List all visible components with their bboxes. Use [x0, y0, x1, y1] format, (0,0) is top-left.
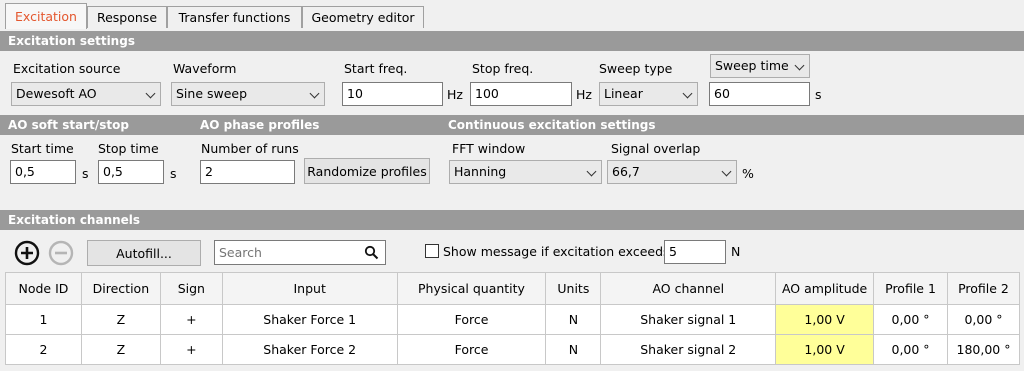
column-header-units[interactable]: Units	[545, 272, 602, 305]
column-header-sign[interactable]: Sign	[159, 272, 223, 305]
exceed-threshold-input[interactable]: 5	[664, 240, 726, 264]
start-freq-label: Start freq.	[344, 61, 408, 76]
tab-transfer-functions[interactable]: Transfer functions	[167, 6, 302, 28]
chevron-down-icon	[586, 166, 597, 177]
signal-overlap-value: 66,7	[612, 164, 640, 179]
cell-physical-quantity[interactable]: Force	[396, 334, 547, 365]
stop-freq-unit: Hz	[576, 87, 592, 102]
chevron-down-icon	[309, 88, 320, 99]
stop-time-input[interactable]: 0,5	[98, 160, 164, 184]
chevron-down-icon	[794, 60, 805, 71]
chevron-down-icon	[145, 88, 156, 99]
cell-node-id[interactable]: 1	[5, 304, 82, 335]
start-time-label: Start time	[11, 141, 74, 156]
cell-node-id[interactable]: 2	[5, 334, 82, 365]
column-header-direction[interactable]: Direction	[80, 272, 161, 305]
cell-input[interactable]: Shaker Force 1	[221, 304, 398, 335]
excitation-channels-header: Excitation channels	[0, 210, 1024, 230]
column-header-ao-amplitude[interactable]: AO amplitude	[775, 272, 875, 305]
cell-ao-channel[interactable]: Shaker signal 2	[600, 334, 777, 365]
start-freq-unit: Hz	[447, 87, 463, 102]
excitation-source-select[interactable]: Dewesoft AO	[11, 82, 161, 106]
sweep-type-label: Sweep type	[599, 61, 673, 76]
cell-physical-quantity[interactable]: Force	[396, 304, 547, 335]
fft-window-value: Hanning	[454, 164, 507, 179]
column-header-node-id[interactable]: Node ID	[5, 272, 82, 305]
cell-ao-amplitude[interactable]: 1,00 V	[775, 304, 875, 335]
cell-profile-2[interactable]: 180,00 °	[947, 334, 1020, 365]
column-header-profile-1[interactable]: Profile 1	[873, 272, 948, 305]
sweep-time-input[interactable]: 60	[709, 82, 810, 106]
start-time-input[interactable]: 0,5	[10, 160, 76, 184]
cell-direction[interactable]: Z	[80, 334, 161, 365]
stop-freq-label: Stop freq.	[472, 61, 534, 76]
excitation-channels-table: Node ID Direction Sign Input Physical qu…	[5, 272, 1020, 365]
ao-phase-profiles-header: AO phase profiles	[200, 118, 320, 132]
table-header-row: Node ID Direction Sign Input Physical qu…	[5, 272, 1020, 305]
cell-sign[interactable]: +	[159, 304, 223, 335]
cell-input[interactable]: Shaker Force 2	[221, 334, 398, 365]
tab-geometry-editor[interactable]: Geometry editor	[302, 6, 424, 28]
chevron-down-icon	[721, 166, 732, 177]
sweep-type-value: Linear	[604, 86, 643, 101]
randomize-profiles-button[interactable]: Randomize profiles	[304, 158, 430, 184]
cell-profile-2[interactable]: 0,00 °	[947, 304, 1020, 335]
cell-units[interactable]: N	[545, 304, 602, 335]
column-header-input[interactable]: Input	[221, 272, 398, 305]
excitation-source-label: Excitation source	[13, 61, 121, 76]
cell-direction[interactable]: Z	[80, 304, 161, 335]
signal-overlap-label: Signal overlap	[611, 141, 701, 156]
sweep-time-select[interactable]: Sweep time	[710, 54, 810, 78]
table-row[interactable]: 2 Z + Shaker Force 2 Force N Shaker sign…	[5, 334, 1020, 365]
signal-overlap-select[interactable]: 66,7	[607, 160, 737, 184]
search-icon[interactable]	[364, 245, 379, 260]
stop-time-label: Stop time	[98, 141, 159, 156]
show-message-label: Show message if excitation exceeds	[443, 244, 670, 259]
chevron-down-icon	[682, 88, 693, 99]
sweep-time-select-value: Sweep time	[715, 58, 789, 73]
waveform-select[interactable]: Sine sweep	[171, 82, 325, 106]
start-freq-input[interactable]: 10	[342, 82, 443, 106]
number-of-runs-input[interactable]: 2	[200, 160, 295, 184]
add-channel-icon[interactable]	[14, 240, 40, 266]
column-header-physical-quantity[interactable]: Physical quantity	[396, 272, 547, 305]
excitation-source-value: Dewesoft AO	[16, 86, 97, 101]
sweep-type-select[interactable]: Linear	[599, 82, 698, 106]
cell-profile-1[interactable]: 0,00 °	[873, 304, 948, 335]
remove-channel-icon[interactable]	[48, 240, 74, 266]
exceed-threshold-unit: N	[731, 244, 741, 259]
cell-ao-channel[interactable]: Shaker signal 1	[600, 304, 777, 335]
number-of-runs-label: Number of runs	[201, 141, 299, 156]
cell-profile-1[interactable]: 0,00 °	[873, 334, 948, 365]
stop-time-unit: s	[170, 166, 177, 181]
column-header-profile-2[interactable]: Profile 2	[947, 272, 1020, 305]
autofill-button[interactable]: Autofill...	[87, 240, 201, 266]
signal-overlap-unit: %	[742, 166, 754, 181]
cell-ao-amplitude[interactable]: 1,00 V	[775, 334, 875, 365]
waveform-label: Waveform	[173, 61, 237, 76]
tab-bar: Excitation Response Transfer functions G…	[0, 0, 1024, 29]
sweep-time-unit: s	[815, 87, 822, 102]
table-row[interactable]: 1 Z + Shaker Force 1 Force N Shaker sign…	[5, 304, 1020, 335]
start-time-unit: s	[82, 166, 89, 181]
stop-freq-input[interactable]: 100	[470, 82, 572, 106]
fft-window-select[interactable]: Hanning	[449, 160, 602, 184]
waveform-value: Sine sweep	[176, 86, 248, 101]
tab-excitation[interactable]: Excitation	[5, 3, 87, 29]
excitation-settings-header: Excitation settings	[0, 31, 1024, 51]
cell-sign[interactable]: +	[159, 334, 223, 365]
tab-response[interactable]: Response	[87, 6, 167, 28]
fft-window-label: FFT window	[452, 141, 526, 156]
continuous-excitation-header: Continuous excitation settings	[448, 118, 656, 132]
search-box	[214, 240, 386, 265]
column-header-ao-channel[interactable]: AO channel	[600, 272, 777, 305]
cell-units[interactable]: N	[545, 334, 602, 365]
show-message-checkbox[interactable]	[425, 244, 439, 258]
search-input[interactable]	[215, 241, 355, 264]
